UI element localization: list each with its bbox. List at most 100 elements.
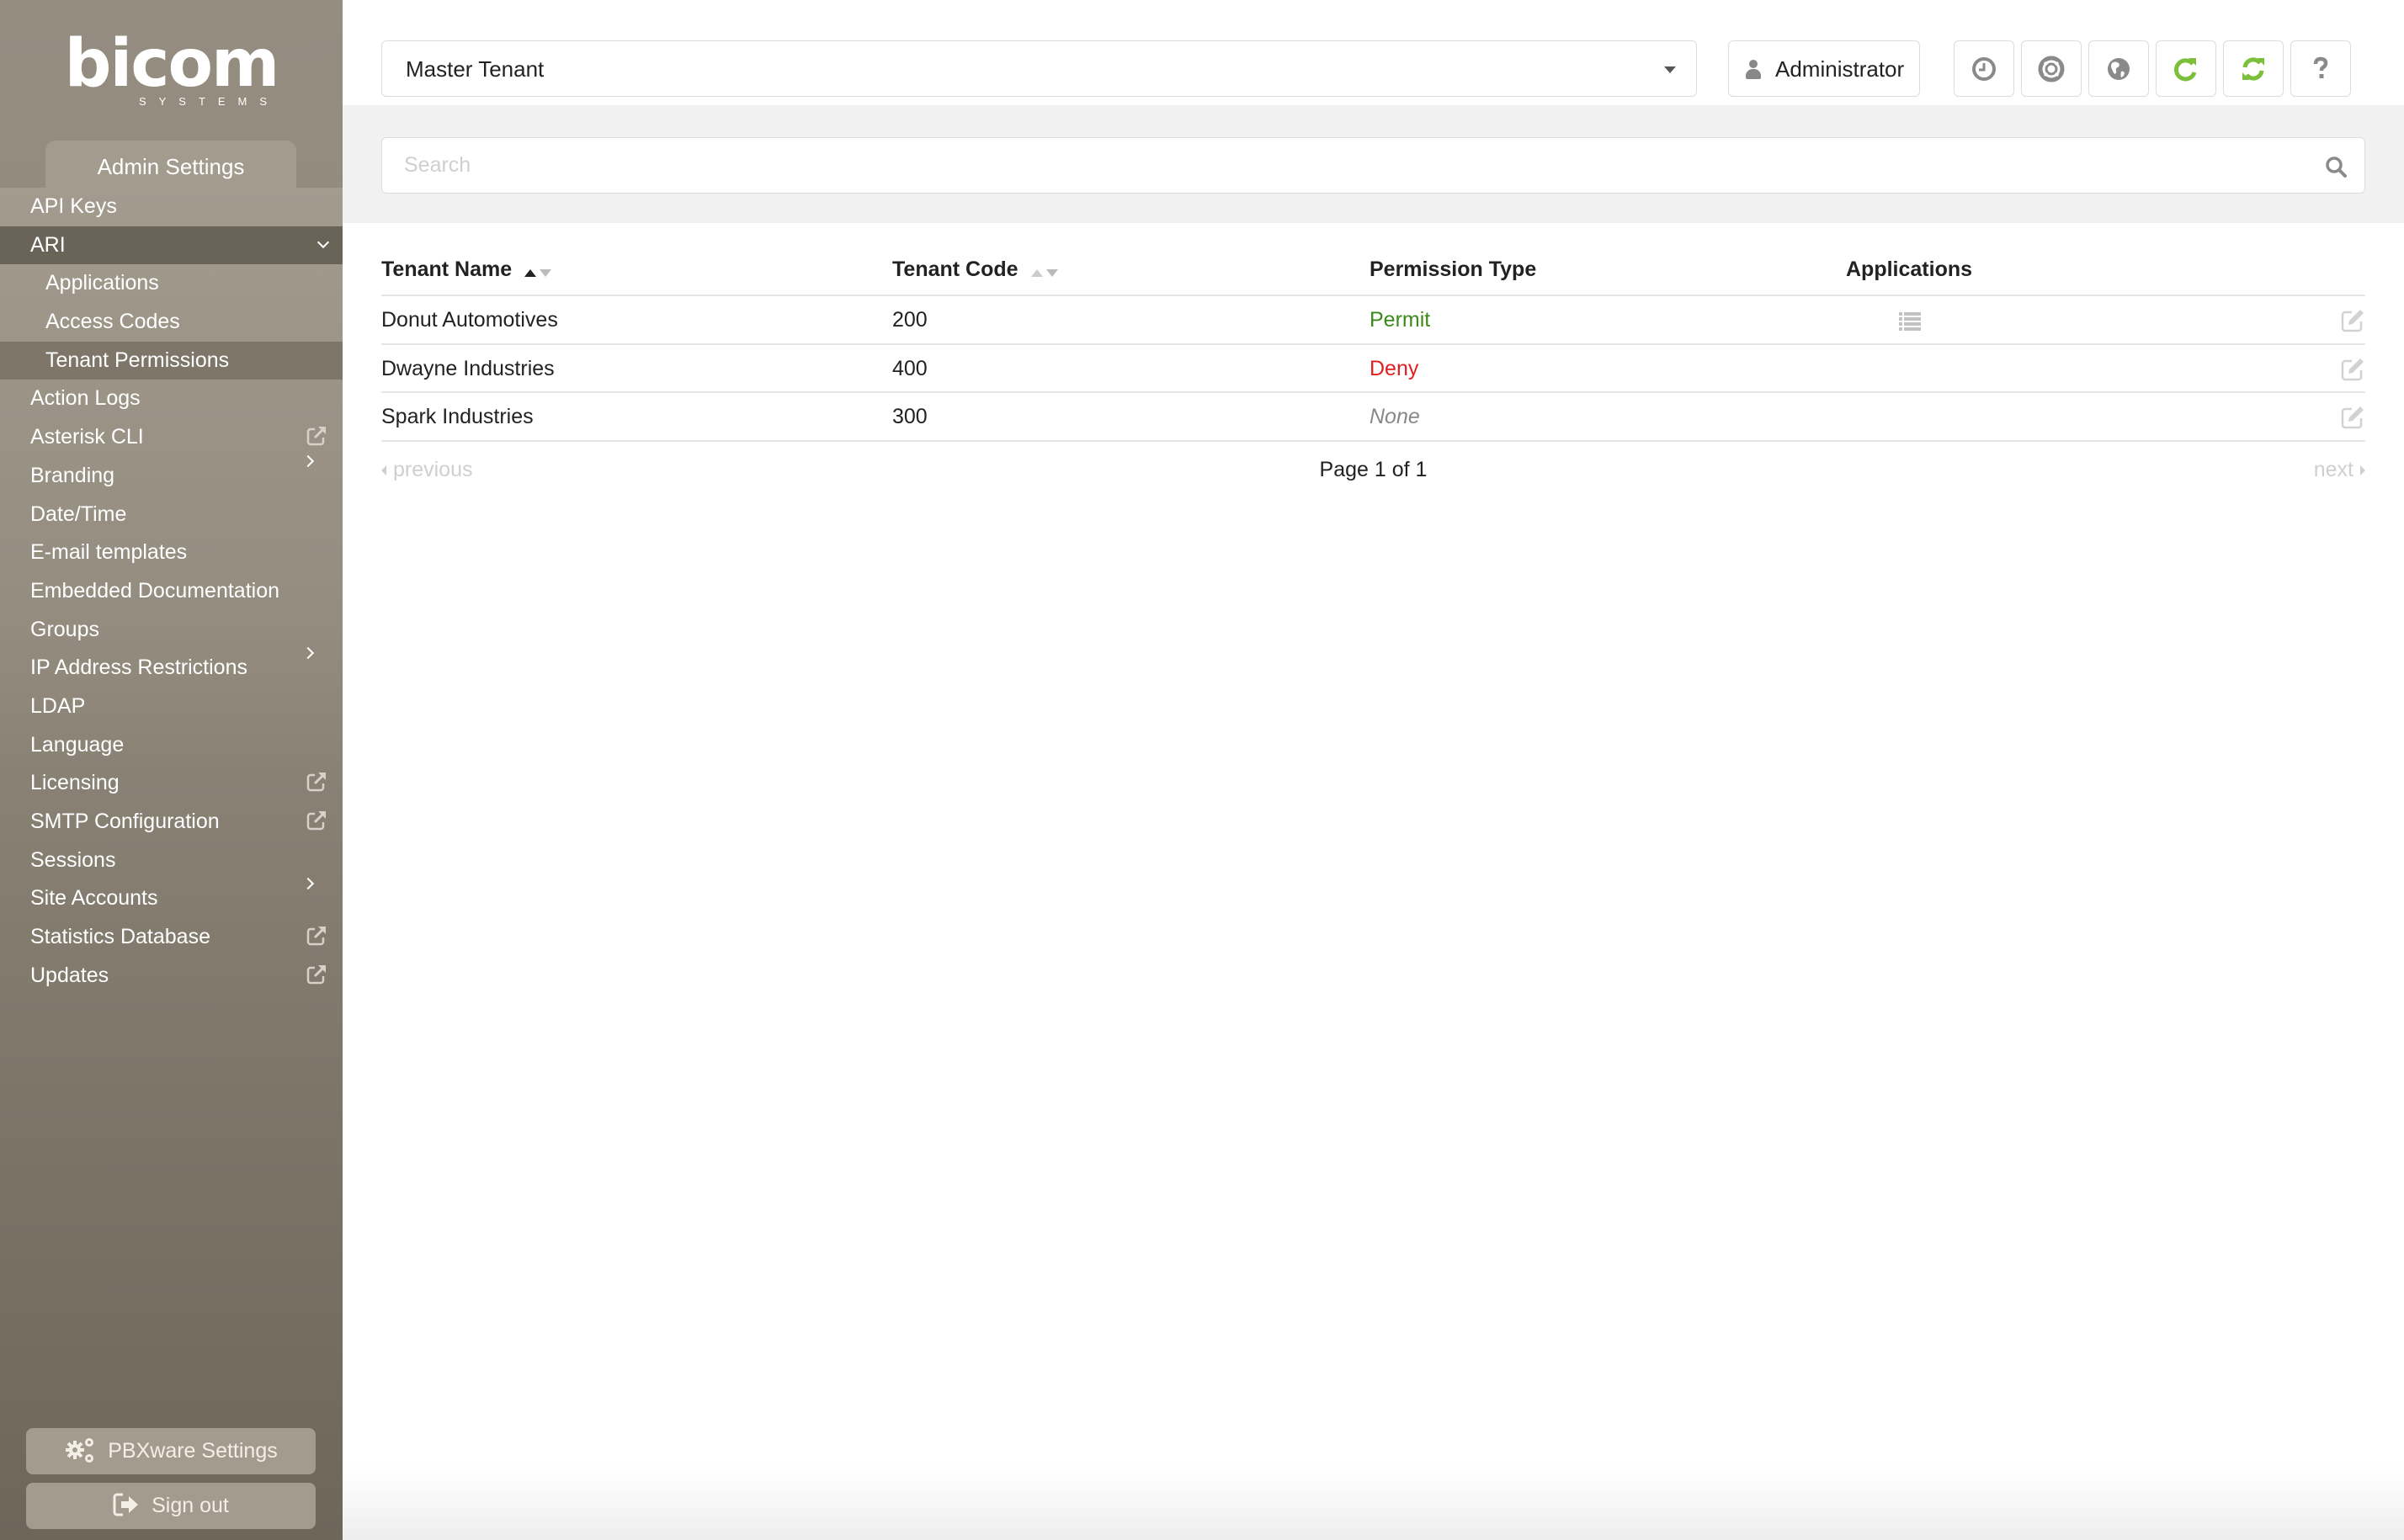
- page-indicator: Page 1 of 1: [1319, 458, 1428, 481]
- sidebar-item-label: SMTP Configuration: [30, 810, 220, 833]
- external-link-icon: [306, 918, 327, 960]
- rotate-right-icon: [2173, 57, 2197, 81]
- column-header-permission-type: Permission Type: [1370, 258, 1537, 281]
- pagination: previous Page 1 of 1 next: [381, 453, 2365, 486]
- admin-settings-tab[interactable]: Admin Settings: [45, 141, 296, 188]
- list-icon[interactable]: [1899, 312, 1921, 331]
- table-header: Tenant Name Tenant Code Permission Type …: [381, 244, 2365, 296]
- permission-type-cell: Deny: [1370, 356, 1419, 380]
- tenant-select[interactable]: Master Tenant: [381, 40, 1697, 97]
- sidebar-item-access-codes[interactable]: Access Codes: [0, 303, 343, 342]
- question-icon: [2313, 56, 2328, 78]
- sidebar-item-tenant-permissions[interactable]: Tenant Permissions: [0, 341, 343, 380]
- sidebar-item-statistics-database[interactable]: Statistics Database: [0, 918, 343, 957]
- sidebar-item-label: Action Logs: [30, 386, 141, 411]
- cogs-icon: [64, 1436, 96, 1468]
- tenant-name-cell: Spark Industries: [381, 405, 534, 428]
- sidebar-item-sessions[interactable]: Sessions: [0, 842, 343, 880]
- search-input[interactable]: [404, 138, 2256, 192]
- user-name: Administrator: [1775, 56, 1905, 82]
- clock-button[interactable]: [1954, 40, 2014, 97]
- sync-button[interactable]: [2223, 40, 2284, 97]
- sidebar-item-label: Site Accounts: [30, 886, 158, 911]
- sidebar-item-label: Language: [30, 732, 125, 757]
- caret-right-icon: [2360, 465, 2365, 476]
- sidebar: bicom SYSTEMS Admin Settings API Keys ARI…: [0, 0, 343, 1540]
- sidebar-item-ari[interactable]: ARI: [0, 226, 343, 265]
- sidebar-item-smtp-configuration[interactable]: SMTP Configuration: [0, 803, 343, 842]
- sidebar-item-label: API Keys: [30, 194, 117, 218]
- bicom-logo: bicom SYSTEMS: [0, 26, 343, 108]
- sidebar-item-updates[interactable]: Updates: [0, 957, 343, 996]
- tenant-code-cell: 400: [892, 356, 928, 380]
- sidebar-item-language[interactable]: Language: [0, 726, 343, 765]
- logo-wordmark: bicom: [64, 26, 280, 102]
- sidebar-item-label: Sessions: [30, 847, 116, 872]
- user-icon: [1746, 60, 1761, 80]
- help-button[interactable]: [2290, 40, 2351, 97]
- globe-icon: [2108, 57, 2130, 80]
- sidebar-item-asterisk-cli[interactable]: Asterisk CLI: [0, 418, 343, 457]
- external-link-icon: [306, 957, 327, 999]
- support-button[interactable]: [2021, 40, 2082, 97]
- sidebar-menu: API Keys ARI Applications Access Codes Tenan…: [0, 188, 343, 996]
- sidebar-item-embedded-documentation[interactable]: Embedded Documentation: [0, 572, 343, 611]
- user-menu-button[interactable]: Administrator: [1728, 40, 1920, 97]
- sidebar-item-api-keys[interactable]: API Keys: [0, 188, 343, 226]
- sidebar-item-branding[interactable]: Branding: [0, 454, 343, 496]
- sign-out-button[interactable]: Sign out: [26, 1483, 316, 1529]
- sidebar-item-label: ARI: [30, 232, 66, 257]
- top-bar: Master Tenant Administrator: [343, 0, 2404, 105]
- sidebar-item-label: Tenant Permissions: [45, 348, 230, 372]
- pbxware-settings-label: PBXware Settings: [108, 1439, 278, 1463]
- sidebar-item-label: Embedded Documentation: [30, 578, 280, 603]
- pbxware-settings-button[interactable]: PBXware Settings: [26, 1428, 316, 1474]
- sidebar-item-label: Licensing: [30, 771, 120, 795]
- sidebar-item-label: E-mail templates: [30, 540, 188, 565]
- column-header-tenant-name[interactable]: Tenant Name: [381, 258, 552, 283]
- sidebar-item-label: Statistics Database: [30, 925, 210, 949]
- next-page-link[interactable]: next: [2314, 453, 2365, 486]
- chevron-down-icon: [316, 226, 330, 265]
- sign-out-label: Sign out: [152, 1494, 229, 1517]
- search-icon[interactable]: [2324, 155, 2348, 178]
- tenant-code-cell: 300: [892, 405, 928, 428]
- sidebar-item-ldap[interactable]: LDAP: [0, 688, 343, 726]
- reload-button[interactable]: [2156, 40, 2216, 97]
- sidebar-item-date-time[interactable]: Date/Time: [0, 496, 343, 534]
- edit-icon[interactable]: [2340, 405, 2365, 430]
- sidebar-item-label: Asterisk CLI: [30, 425, 144, 449]
- sidebar-item-licensing[interactable]: Licensing: [0, 764, 343, 803]
- permission-type-cell: Permit: [1370, 308, 1431, 332]
- sort-icon[interactable]: [1030, 258, 1058, 283]
- sidebar-item-label: Branding: [30, 463, 115, 487]
- sidebar-item-label: Updates: [30, 963, 109, 987]
- external-link-icon: [306, 764, 327, 806]
- tenant-name-cell: Donut Automotives: [381, 308, 558, 332]
- column-header-tenant-code[interactable]: Tenant Code: [892, 258, 1058, 283]
- sidebar-item-label: Groups: [30, 617, 99, 641]
- sort-ascending-active-icon[interactable]: [524, 258, 552, 283]
- sidebar-item-e-mail-templates[interactable]: E-mail templates: [0, 534, 343, 572]
- table-body: Donut Automotives 200 Permit Dwayne Industr…: [381, 296, 2365, 442]
- external-link-icon: [306, 418, 327, 460]
- clock-icon: [1972, 56, 1996, 81]
- sidebar-item-ip-address-restrictions[interactable]: IP Address Restrictions: [0, 647, 343, 688]
- table-row: Spark Industries 300 None: [381, 393, 2365, 442]
- sidebar-item-action-logs[interactable]: Action Logs: [0, 380, 343, 418]
- edit-icon[interactable]: [2340, 308, 2365, 333]
- sidebar-item-label: Date/Time: [30, 502, 127, 526]
- external-link-icon: [306, 803, 327, 845]
- caret-down-icon: [1664, 66, 1676, 73]
- language-button[interactable]: [2088, 40, 2149, 97]
- sidebar-item-site-accounts[interactable]: Site Accounts: [0, 878, 343, 918]
- sidebar-item-label: IP Address Restrictions: [30, 656, 247, 680]
- main-content: Master Tenant Administrator Search Tenan…: [343, 0, 2404, 1540]
- sidebar-item-groups[interactable]: Groups: [0, 611, 343, 650]
- sign-out-icon: [113, 1492, 140, 1521]
- tenant-permissions-table: Tenant Name Tenant Code Permission Type …: [381, 244, 2365, 442]
- tenant-select-value: Master Tenant: [406, 56, 545, 82]
- table-row: Donut Automotives 200 Permit: [381, 296, 2365, 345]
- sidebar-item-applications[interactable]: Applications: [0, 264, 343, 303]
- edit-icon[interactable]: [2340, 357, 2365, 382]
